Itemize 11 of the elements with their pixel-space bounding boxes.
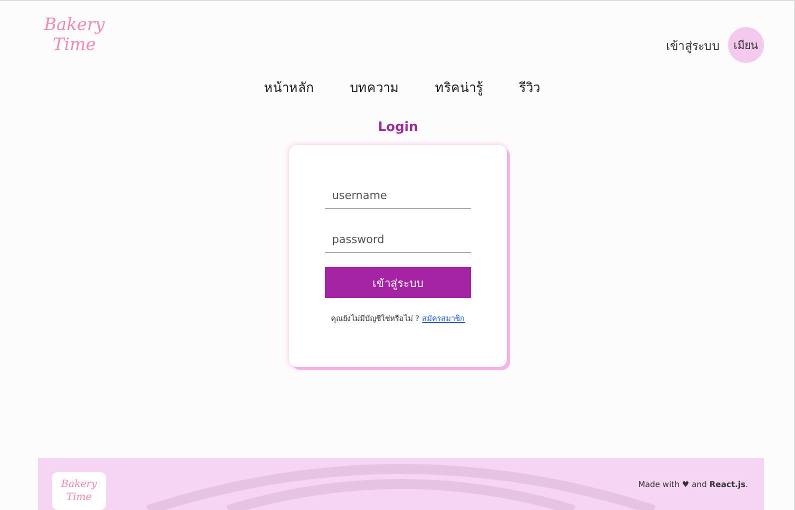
login-button[interactable]: เข้าสู่ระบบ bbox=[325, 267, 471, 298]
login-title: Login bbox=[378, 120, 418, 135]
credit-text: Made with ♥ and React.js. bbox=[638, 480, 748, 488]
user-avatar[interactable]: เมียน bbox=[728, 27, 764, 63]
nav-link[interactable]: บทความ bbox=[350, 77, 399, 98]
password-field[interactable]: password bbox=[325, 227, 471, 253]
nav-link[interactable]: หน้าหลัก bbox=[264, 77, 314, 98]
username-field[interactable]: username bbox=[325, 183, 471, 209]
nav-link[interactable]: ทริคน่ารู้ bbox=[435, 77, 483, 98]
nav-link[interactable]: รีวิว bbox=[519, 77, 540, 98]
login-link[interactable]: เข้าสู่ระบบ bbox=[666, 36, 720, 54]
